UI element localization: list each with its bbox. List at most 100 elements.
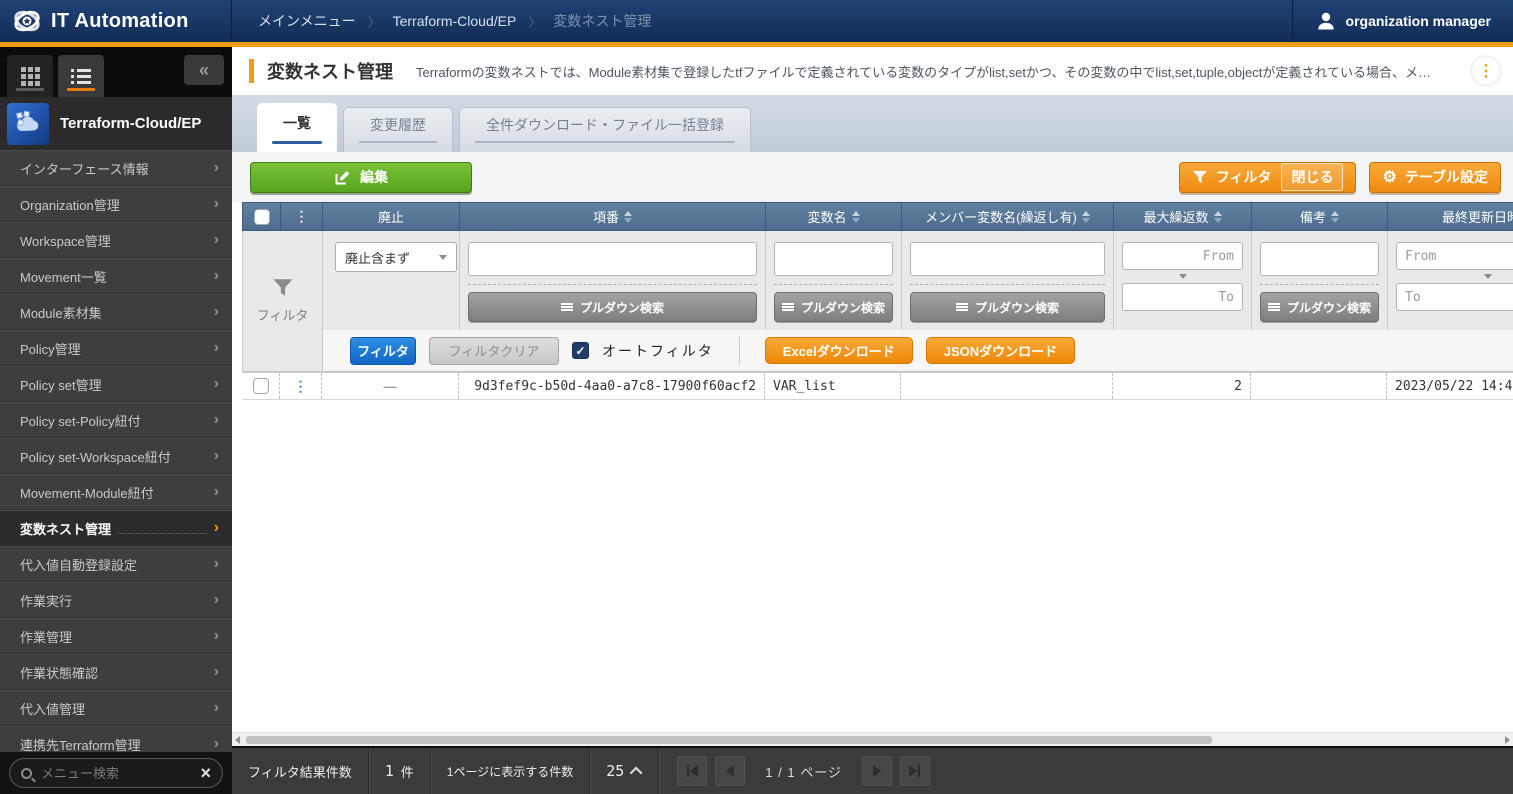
menu-search-input[interactable] <box>41 766 191 781</box>
clear-search-icon[interactable] <box>200 764 211 782</box>
horizontal-scrollbar[interactable] <box>232 732 1513 746</box>
column-menu-icon[interactable] <box>295 208 309 225</box>
per-page-label-segment: 1ページに表示する件数 <box>431 748 590 794</box>
per-page-select[interactable]: 25 <box>590 748 659 794</box>
last-page-button[interactable] <box>900 756 930 786</box>
scrollbar-thumb[interactable] <box>246 736 1212 744</box>
item-no-pulldown-search-button[interactable]: プルダウン検索 <box>468 292 757 322</box>
user-menu[interactable]: organization manager <box>1292 0 1513 42</box>
select-all-checkbox[interactable] <box>254 209 270 225</box>
filter-toggle-button[interactable]: フィルタ 閉じる <box>1179 162 1357 193</box>
remarks-filter-input[interactable] <box>1260 242 1379 276</box>
sidebar-item-workspace[interactable]: Workspace管理 <box>0 222 232 258</box>
sidebar-tab-dashboard[interactable] <box>7 55 53 97</box>
sidebar-item-variable-nest[interactable]: 変数ネスト管理 <box>0 510 232 546</box>
chevron-right-icon <box>214 556 219 572</box>
menu-search-box <box>9 758 223 788</box>
filter-clear-button[interactable]: フィルタクリア <box>429 337 559 365</box>
last-updated-to-input[interactable] <box>1396 283 1513 311</box>
sidebar-item-policy[interactable]: Policy管理 <box>0 330 232 366</box>
row-menu-icon[interactable] <box>294 378 308 395</box>
sidebar-item-movement-module-link[interactable]: Movement-Module紐付 <box>0 474 232 510</box>
column-header-remarks[interactable]: 備考 <box>1252 203 1388 230</box>
tab-change-history[interactable]: 変更履歴 <box>343 107 453 152</box>
list-icon <box>782 303 794 311</box>
column-header-variable-name[interactable]: 変数名 <box>766 203 902 230</box>
excel-download-button[interactable]: Excelダウンロード <box>765 337 913 364</box>
max-repeat-from-input[interactable] <box>1122 242 1243 270</box>
chevron-right-icon <box>214 160 219 176</box>
app-logo[interactable]: IT Automation <box>0 0 232 42</box>
sidebar-item-policy-set[interactable]: Policy set管理 <box>0 366 232 402</box>
sidebar: Terraform-Cloud/EP インターフェース情報 Organizati… <box>0 47 232 794</box>
sidebar-item-operation-manage[interactable]: 作業管理 <box>0 618 232 654</box>
row-checkbox[interactable] <box>253 378 269 394</box>
sidebar-item-operation-execute[interactable]: 作業実行 <box>0 582 232 618</box>
filter-actions-row: フィルタ フィルタクリア オートフィルタ Excelダウンロード JSONダウン… <box>323 330 1513 371</box>
caret-down-icon <box>439 255 447 260</box>
column-header-member-variable[interactable]: メンバー変数名(繰返し有) <box>902 203 1114 230</box>
sidebar-item-module-collection[interactable]: Module素材集 <box>0 294 232 330</box>
variable-name-pulldown-search-button[interactable]: プルダウン検索 <box>774 292 893 322</box>
breadcrumb-main-menu[interactable]: メインメニュー <box>258 11 356 31</box>
filter-cell-remarks: プルダウン検索 <box>1252 231 1388 330</box>
column-header-discard[interactable]: 廃止 <box>323 203 460 230</box>
edit-button[interactable]: 編集 <box>250 162 472 193</box>
filter-cell-member-variable: プルダウン検索 <box>902 231 1114 330</box>
sort-icon[interactable] <box>852 211 860 223</box>
table-settings-button[interactable]: テーブル設定 <box>1369 162 1501 193</box>
tab-bulk-download-register[interactable]: 全件ダウンロード・ファイル一括登録 <box>459 107 751 152</box>
previous-page-button[interactable] <box>715 756 745 786</box>
title-accent-bar <box>249 59 254 83</box>
first-page-button[interactable] <box>677 756 707 786</box>
column-header-item-no[interactable]: 項番 <box>460 203 766 230</box>
sidebar-tab-menu[interactable] <box>58 55 104 97</box>
funnel-icon <box>1192 170 1208 184</box>
sidebar-item-operation-status[interactable]: 作業状態確認 <box>0 654 232 690</box>
result-unit: 件 <box>401 762 414 781</box>
breadcrumb: メインメニュー 〉 Terraform-Cloud/EP 〉 変数ネスト管理 <box>232 0 1292 42</box>
remarks-pulldown-search-button[interactable]: プルダウン検索 <box>1260 292 1379 322</box>
page-menu-button[interactable] <box>1471 56 1501 86</box>
scroll-left-icon[interactable] <box>235 736 240 744</box>
sidebar-item-organization[interactable]: Organization管理 <box>0 186 232 222</box>
edit-pencil-icon <box>334 169 351 186</box>
table-row: — 9d3fef9c-b50d-4aa0-a7c8-17900f60acf2 V… <box>242 372 1513 400</box>
filter-cell-variable-name: プルダウン検索 <box>766 231 902 330</box>
sidebar-item-substitution-auto-register[interactable]: 代入値自動登録設定 <box>0 546 232 582</box>
search-icon <box>21 768 32 779</box>
variable-name-filter-input[interactable] <box>774 242 893 276</box>
sort-icon[interactable] <box>1214 211 1222 223</box>
auto-filter-checkbox[interactable] <box>572 342 589 359</box>
item-no-filter-input[interactable] <box>468 242 757 276</box>
divider <box>1260 284 1379 285</box>
scroll-right-icon[interactable] <box>1505 736 1510 744</box>
sort-icon[interactable] <box>624 211 632 223</box>
next-page-button[interactable] <box>862 756 892 786</box>
breadcrumb-menu-group[interactable]: Terraform-Cloud/EP <box>393 13 517 29</box>
sidebar-item-terraform-link[interactable]: 連携先Terraform管理 <box>0 726 232 752</box>
filter-apply-button[interactable]: フィルタ <box>350 337 416 365</box>
sort-icon[interactable] <box>1331 211 1339 223</box>
sidebar-item-interface-info[interactable]: インターフェース情報 <box>0 150 232 186</box>
filter-close-button[interactable]: 閉じる <box>1281 163 1343 191</box>
discard-filter-select[interactable]: 廃止含まず <box>335 242 457 272</box>
tab-list[interactable]: 一覧 <box>257 103 337 152</box>
sidebar-collapse-button[interactable] <box>184 55 224 85</box>
member-variable-pulldown-search-button[interactable]: プルダウン検索 <box>910 292 1105 322</box>
sidebar-item-policyset-workspace-link[interactable]: Policy set-Workspace紐付 <box>0 438 232 474</box>
sidebar-item-policyset-policy-link[interactable]: Policy set-Policy紐付 <box>0 402 232 438</box>
member-variable-filter-input[interactable] <box>910 242 1105 276</box>
app-logo-icon <box>12 6 42 36</box>
sort-icon[interactable] <box>1082 211 1090 223</box>
sidebar-item-substitution-manage[interactable]: 代入値管理 <box>0 690 232 726</box>
max-repeat-to-input[interactable] <box>1122 283 1243 311</box>
column-header-max-repeat[interactable]: 最大繰返数 <box>1114 203 1252 230</box>
chevron-right-icon <box>214 268 219 284</box>
sidebar-item-movement-list[interactable]: Movement一覧 <box>0 258 232 294</box>
last-updated-from-input[interactable] <box>1396 242 1513 270</box>
column-header-last-updated[interactable]: 最終更新日時 <box>1388 203 1513 230</box>
sidebar-menu-group: Terraform-Cloud/EP <box>0 97 232 150</box>
cell-item-no: 9d3fef9c-b50d-4aa0-a7c8-17900f60acf2 <box>459 373 765 399</box>
json-download-button[interactable]: JSONダウンロード <box>926 337 1075 364</box>
